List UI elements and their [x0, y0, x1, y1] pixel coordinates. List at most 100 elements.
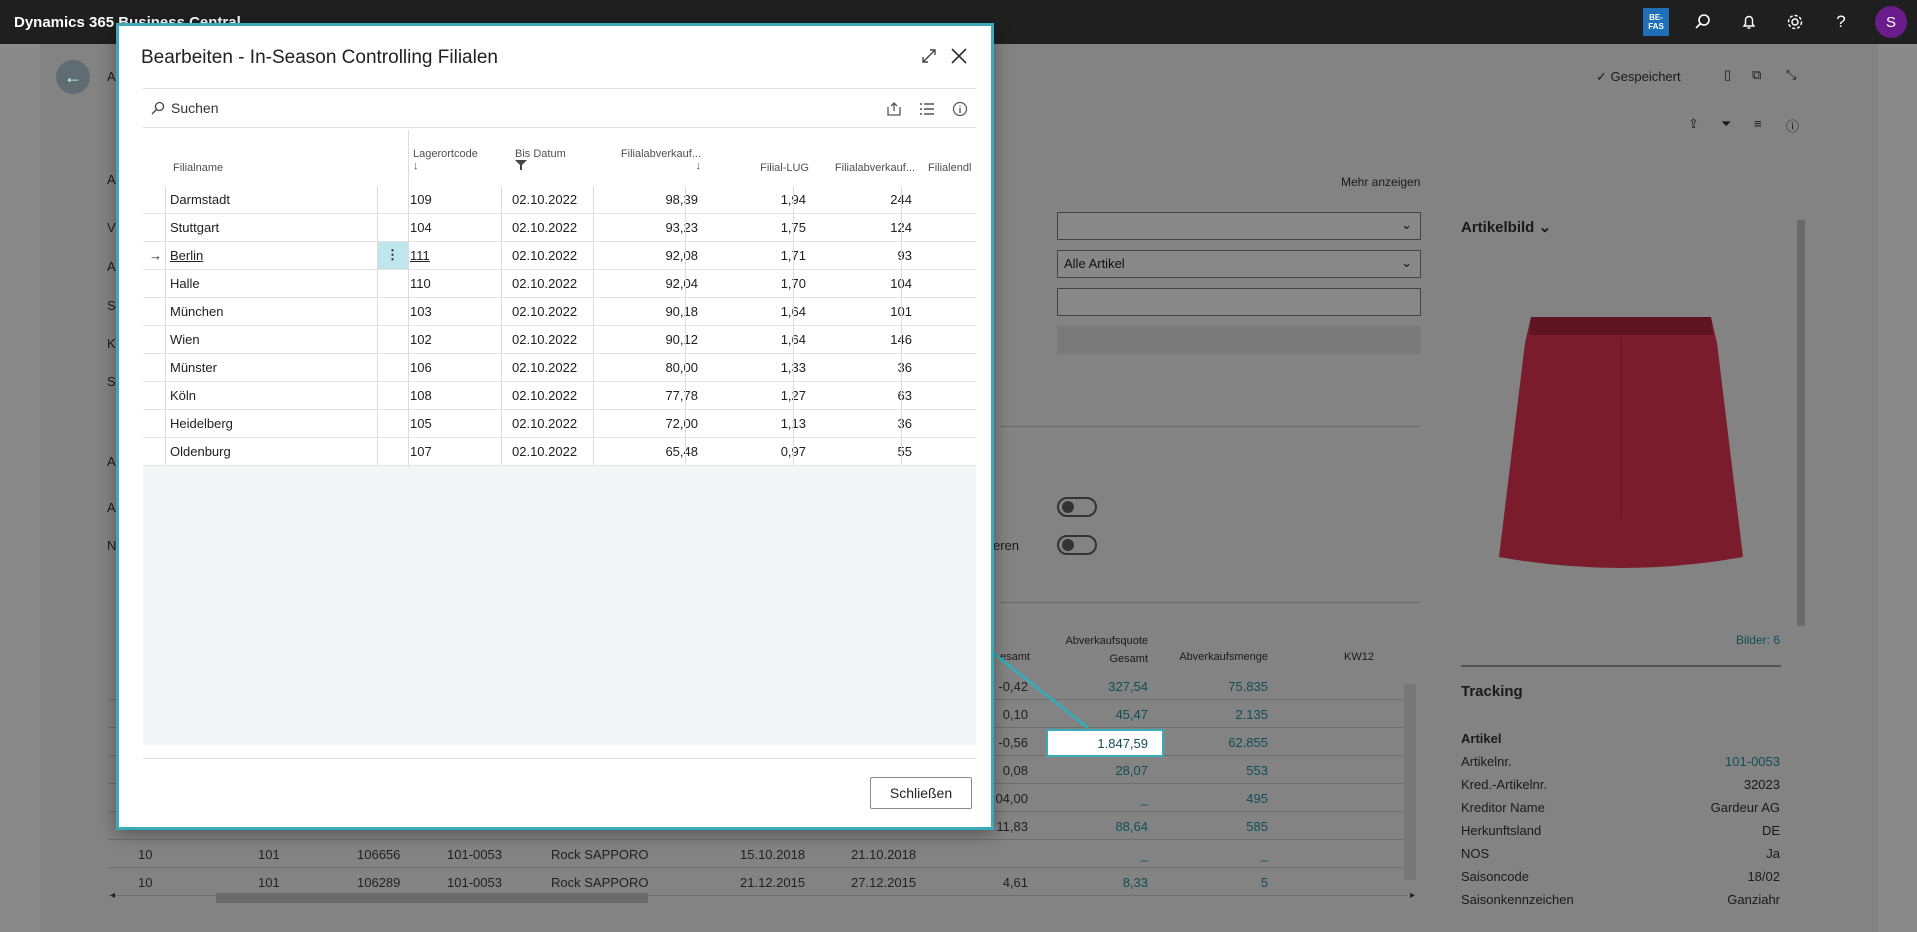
filter-icon[interactable]: ⏷	[1721, 116, 1731, 132]
tracking-value[interactable]: 101-0053	[1600, 754, 1780, 769]
bg-hscroll[interactable]	[216, 893, 648, 903]
cell-menge: 553	[1246, 763, 1268, 778]
cell-name[interactable]: Heidelberg	[170, 416, 370, 431]
list-view-icon[interactable]	[916, 98, 938, 120]
share-icon[interactable]	[883, 98, 905, 120]
cell-divider	[793, 354, 794, 382]
table-row[interactable]: Heidelberg10502.10.202272,001,1336	[143, 410, 976, 438]
collapse-icon[interactable]: ⤡	[1786, 67, 1796, 83]
cell-c2: 101	[258, 847, 280, 862]
toggle-2[interactable]	[1057, 535, 1097, 555]
cell-name[interactable]: Darmstadt	[170, 192, 370, 207]
cell-divider	[901, 270, 902, 298]
close-button[interactable]: Schließen	[870, 777, 972, 809]
tracking-label: Herkunftsland	[1461, 823, 1542, 838]
cell-divider	[901, 326, 902, 354]
pictures-count-link[interactable]: Bilder: 6	[1710, 633, 1780, 647]
col-header-endl[interactable]: Filialendl	[928, 162, 971, 174]
cell-c7: 27.12.2015	[851, 875, 917, 890]
cell-divider	[165, 270, 166, 298]
back-button[interactable]: ←	[56, 60, 90, 94]
callout-arrow	[991, 650, 1089, 730]
cell-menge: 585	[1246, 819, 1268, 834]
cell-abv1: 92,08	[665, 248, 698, 263]
cell-menge: 62.855	[1228, 735, 1268, 750]
col-header-abverkauf1[interactable]: Filialabverkauf... ↓	[605, 148, 701, 172]
table-row[interactable]: Münster10602.10.202280,001,3336	[143, 354, 976, 382]
table-row[interactable]: →⋮Berlin11102.10.202292,081,7193	[143, 242, 976, 270]
col-header-lug[interactable]: Filial-LUG	[723, 162, 809, 174]
info-icon[interactable]	[949, 98, 971, 120]
table-row[interactable]: 10 101 106656 101-0053 Rock SAPPORO 15.10.201…	[108, 840, 1408, 868]
bg-letter-4: S	[107, 298, 116, 313]
item-filter-dropdown[interactable]: Alle Artikel ⌄	[1057, 250, 1421, 278]
grid-hscroll[interactable]: ◂ ▸	[147, 743, 972, 745]
cell-divider	[501, 410, 502, 438]
row-actions-icon[interactable]: ⋮	[377, 242, 408, 269]
cell-name[interactable]: München	[170, 304, 370, 319]
show-more-link[interactable]: Mehr anzeigen	[1341, 175, 1420, 189]
gear-icon[interactable]	[1783, 10, 1807, 34]
cell-name[interactable]: Stuttgart	[170, 220, 370, 235]
search-box[interactable]: Suchen	[151, 100, 218, 116]
environment-badge[interactable]: BE- FAS	[1643, 8, 1669, 36]
share-icon[interactable]: ⇪	[1688, 116, 1699, 132]
cell-gesamt: 4,61	[1002, 875, 1028, 890]
cell-divider	[501, 242, 502, 270]
cell-name[interactable]: Wien	[170, 332, 370, 347]
search-icon[interactable]	[1691, 10, 1715, 34]
bg-hscroll-right[interactable]: ▸	[1410, 890, 1415, 901]
tracking-value: 32023	[1743, 777, 1780, 792]
cell-c5: Rock SAPPORO	[551, 847, 649, 862]
column-divider	[408, 130, 409, 467]
table-row[interactable]: Darmstadt10902.10.202298,391,94244	[143, 186, 976, 214]
cell-name[interactable]: Oldenburg	[170, 444, 370, 459]
tracking-label: Saisonkennzeichen	[1461, 892, 1574, 907]
factbox-scrollbar[interactable]	[1797, 220, 1805, 626]
sort-arrow-icon: ↓	[413, 160, 419, 172]
cell-divider	[377, 326, 378, 354]
col-header-abverkauf2[interactable]: Filialabverkauf...	[819, 162, 915, 174]
table-row[interactable]: München10302.10.202290,181,64101	[143, 298, 976, 326]
table-row[interactable]: Stuttgart10402.10.202293,231,75124	[143, 214, 976, 242]
cell-name[interactable]: Münster	[170, 360, 370, 375]
cell-divider	[901, 242, 902, 270]
cell-name[interactable]: Halle	[170, 276, 370, 291]
table-row[interactable]: Halle11002.10.202292,041,70104	[143, 270, 976, 298]
expand-icon[interactable]	[917, 44, 941, 68]
cell-date: 02.10.2022	[512, 220, 578, 235]
table-row[interactable]: Oldenburg10702.10.202265,480,9755	[143, 438, 976, 466]
bell-icon[interactable]	[1737, 10, 1761, 34]
cell-name[interactable]: Köln	[170, 388, 370, 403]
empty-dropdown[interactable]: ⌄	[1057, 212, 1421, 240]
dialog-title: Bearbeiten - In-Season Controlling Filia…	[141, 47, 498, 68]
bookmark-icon[interactable]: ▯	[1724, 67, 1731, 83]
cell-abv2: 104	[816, 276, 912, 291]
table-row[interactable]: 10 101 106289 101-0053 Rock SAPPORO 21.12.201…	[108, 868, 1408, 896]
toggle-1[interactable]	[1057, 497, 1097, 517]
table-row[interactable]: Köln10802.10.202277,781,2763	[143, 382, 976, 410]
bg-hscroll-left[interactable]: ◂	[110, 890, 115, 901]
avatar[interactable]: S	[1875, 6, 1907, 38]
highlighted-cell[interactable]: 1.847,59	[1046, 729, 1164, 757]
help-icon[interactable]: ?	[1829, 10, 1853, 34]
search-icon	[151, 101, 165, 115]
col-header-bisdatum[interactable]: Bis Datum	[515, 148, 566, 173]
tracking-section: Artikel	[1461, 731, 1502, 746]
close-icon[interactable]	[947, 44, 971, 68]
table-row[interactable]: Wien10202.10.202290,121,64146	[143, 326, 976, 354]
info-icon[interactable]: ⓘ	[1786, 116, 1799, 135]
open-new-window-icon[interactable]: ⧉	[1752, 67, 1761, 83]
list-icon[interactable]: ≡	[1754, 116, 1762, 131]
col-header-filialname[interactable]: Filialname	[173, 162, 223, 174]
cell-c3: 106289	[357, 875, 401, 890]
cell-name[interactable]: Berlin	[170, 248, 370, 263]
bg-letter-8: A	[107, 500, 116, 515]
cell-abv1: 90,18	[665, 304, 698, 319]
col-header-kw: KW12	[1344, 651, 1374, 663]
bg-vscroll[interactable]	[1404, 684, 1416, 880]
cell-abv1: 77,78	[665, 388, 698, 403]
text-field[interactable]	[1057, 288, 1421, 316]
picture-title[interactable]: Artikelbild ⌄	[1461, 218, 1551, 236]
col-header-lagerortcode[interactable]: Lagerortcode ↓	[413, 148, 478, 172]
